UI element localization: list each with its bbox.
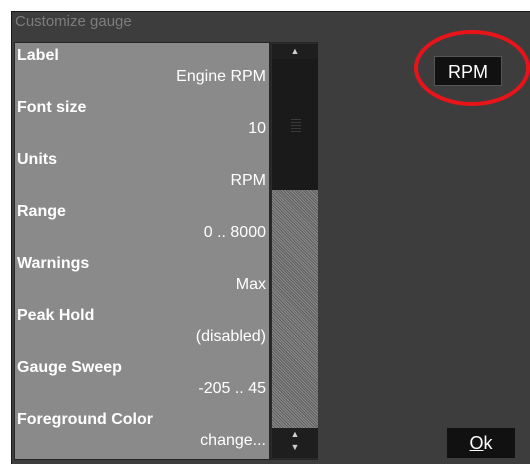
setting-label: Warnings [17, 255, 90, 272]
setting-value: Engine RPM [176, 68, 266, 85]
vertical-scrollbar[interactable]: ▲ ▲ ▼ [270, 42, 318, 460]
list-item-units[interactable]: Units RPM [15, 147, 269, 199]
list-item-foreground-color[interactable]: Foreground Color change... [15, 407, 269, 459]
setting-value: RPM [230, 172, 266, 189]
scrollbar-thumb[interactable] [272, 59, 318, 190]
scroll-down-icon[interactable]: ▼ [272, 441, 318, 454]
setting-value: (disabled) [195, 328, 266, 345]
setting-value: -205 .. 45 [198, 380, 266, 397]
setting-label: Units [17, 151, 57, 168]
ok-mnemonic: O [469, 433, 484, 453]
grip-icon [291, 118, 301, 132]
scroll-up-icon[interactable]: ▲ [272, 428, 318, 441]
setting-value: change... [200, 432, 266, 449]
setting-label: Label [17, 47, 59, 64]
list-item-font-size[interactable]: Font size 10 [15, 95, 269, 147]
setting-label: Range [17, 203, 66, 220]
setting-label: Gauge Sweep [17, 359, 122, 376]
settings-list[interactable]: Label Engine RPM Font size 10 Units RPM … [14, 42, 270, 460]
setting-label: Font size [17, 99, 87, 116]
dialog-title: Customize gauge [15, 13, 132, 30]
setting-value: Max [235, 276, 266, 293]
ok-button[interactable]: Ok [447, 428, 515, 458]
highlight-circle [414, 30, 530, 106]
list-item-peak-hold[interactable]: Peak Hold (disabled) [15, 303, 269, 355]
ok-label-rest: k [483, 433, 493, 453]
setting-label: Foreground Color [17, 411, 153, 428]
list-item-warnings[interactable]: Warnings Max [15, 251, 269, 303]
scrollbar-track[interactable] [272, 190, 318, 430]
setting-value: 0 .. 8000 [203, 224, 266, 241]
scroll-up-icon[interactable]: ▲ [272, 44, 318, 59]
list-item-range[interactable]: Range 0 .. 8000 [15, 199, 269, 251]
setting-label: Peak Hold [17, 307, 95, 324]
setting-value: 10 [248, 120, 266, 137]
list-item-label[interactable]: Label Engine RPM [15, 43, 269, 95]
scroll-buttons-bottom[interactable]: ▲ ▼ [272, 428, 318, 458]
list-item-gauge-sweep[interactable]: Gauge Sweep -205 .. 45 [15, 355, 269, 407]
